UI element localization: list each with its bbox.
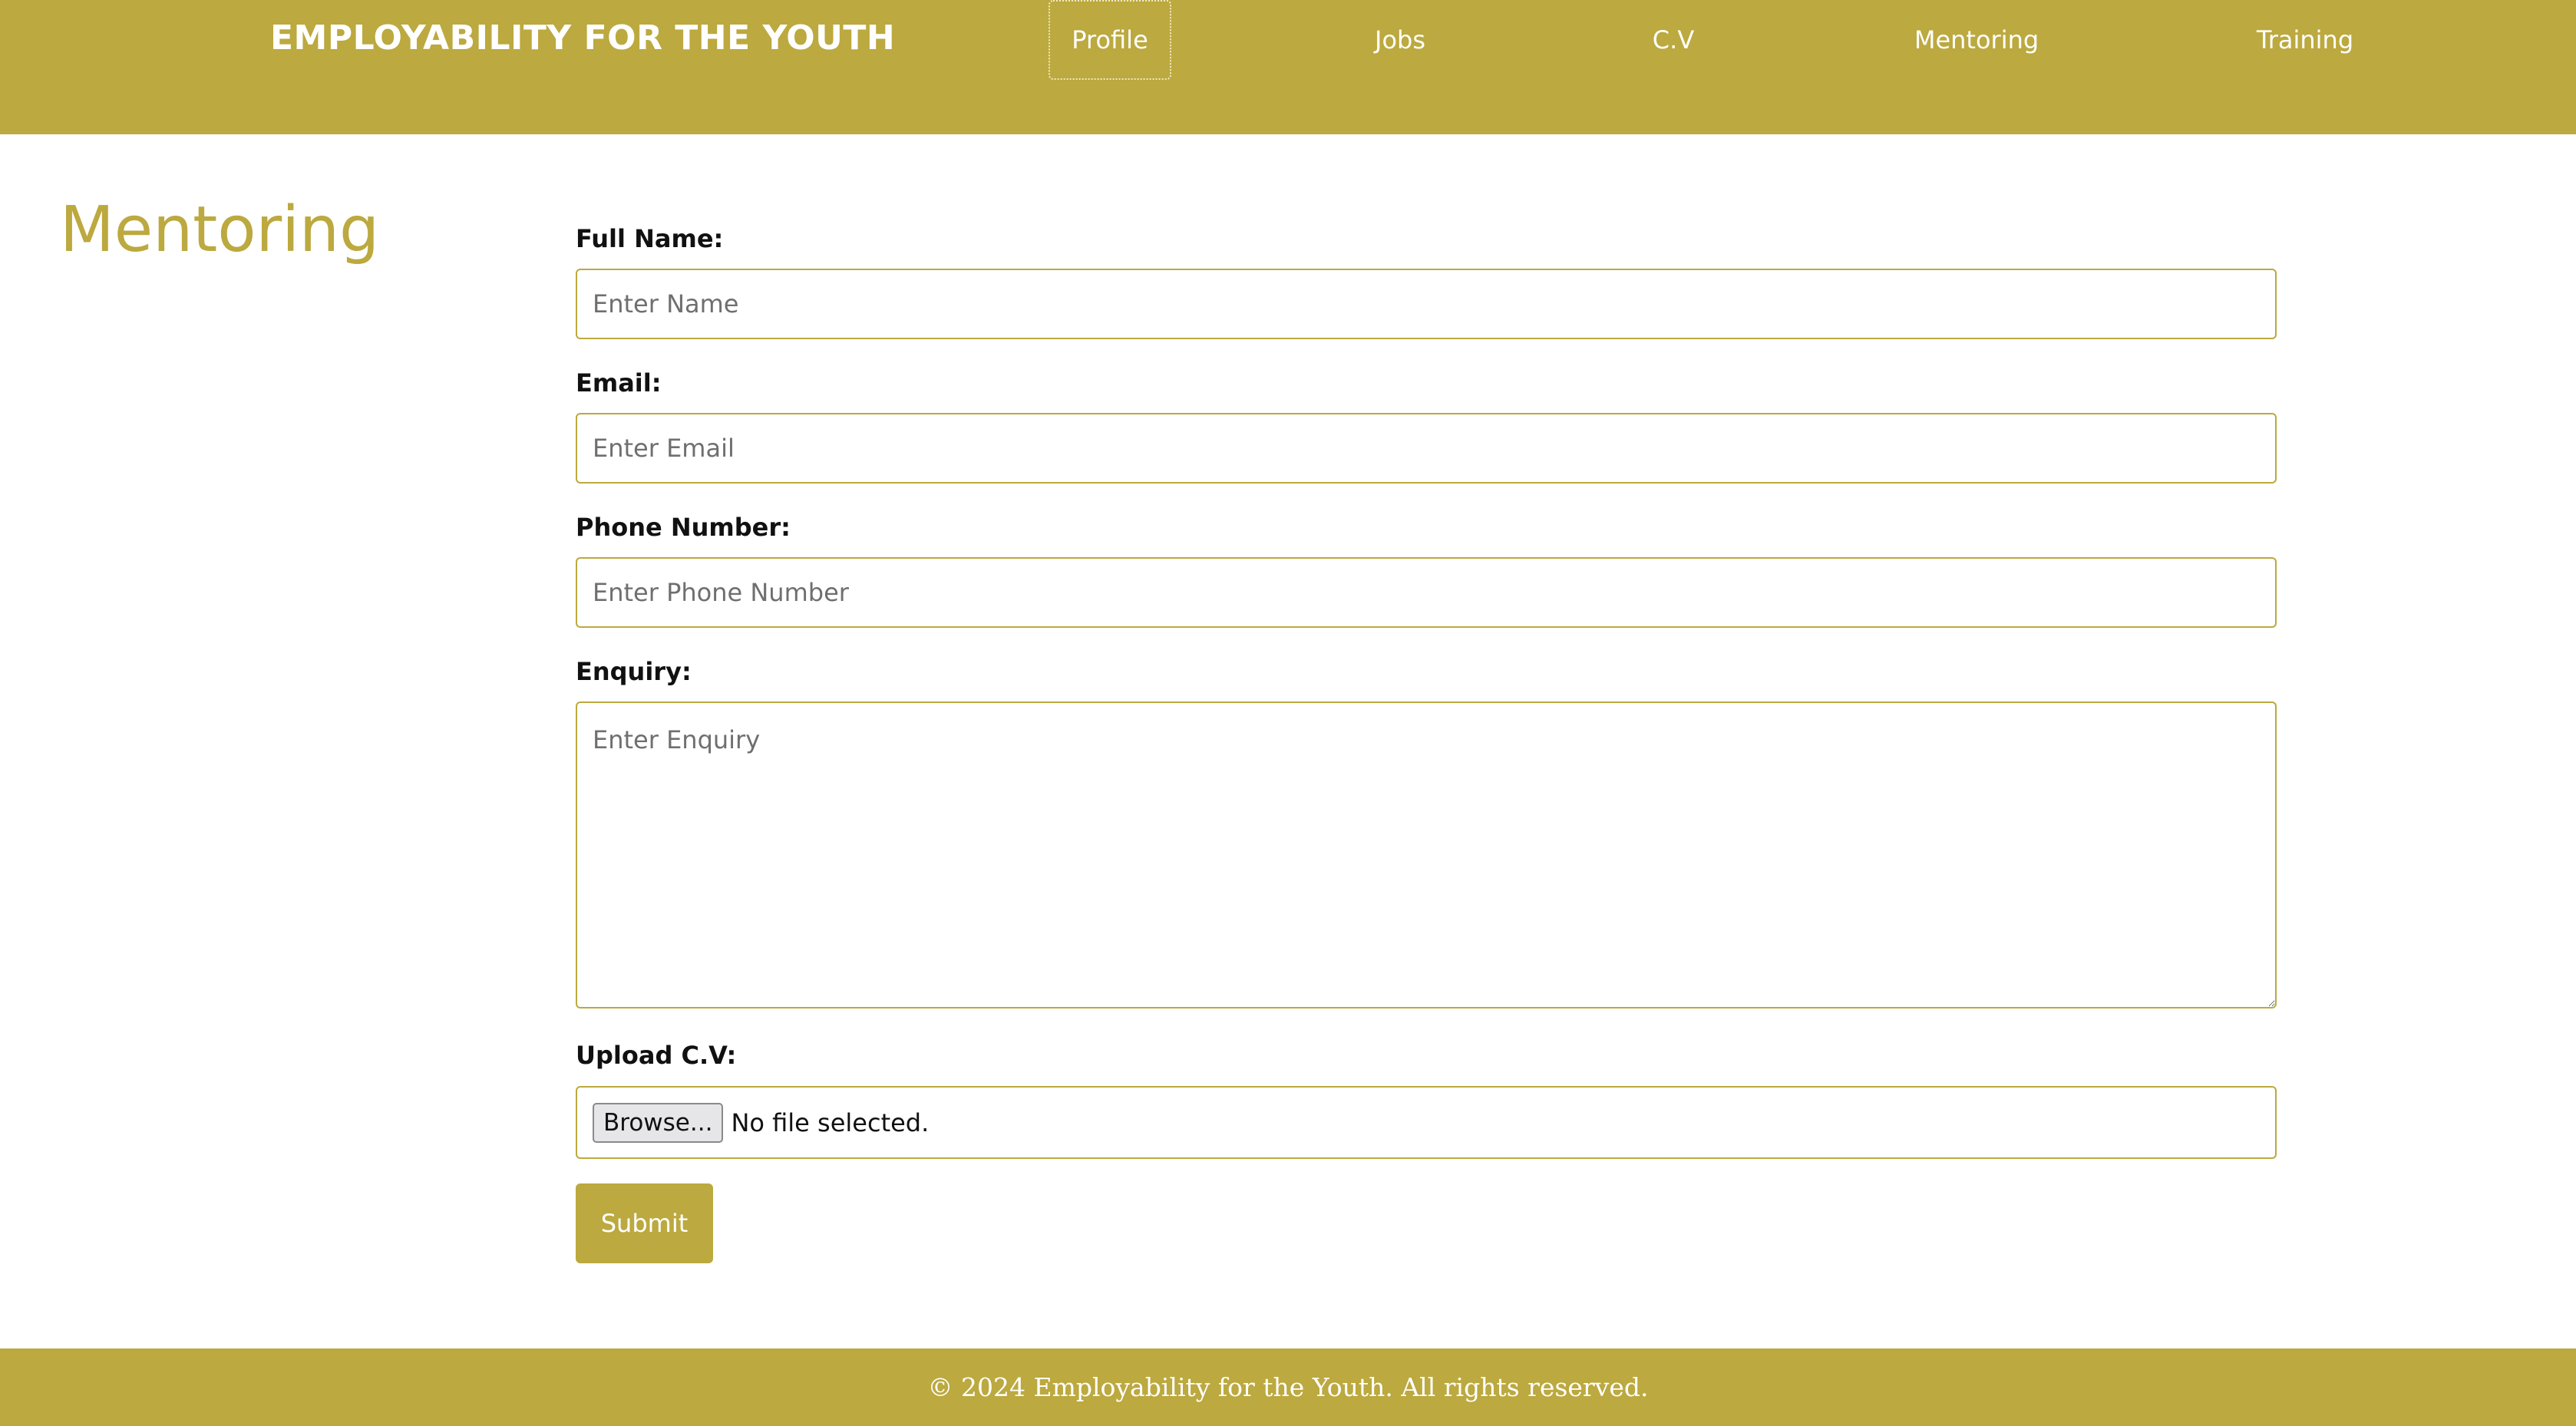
nav-jobs[interactable]: Jobs xyxy=(1362,0,1438,80)
copyright-text: © 2024 Employability for the Youth. All … xyxy=(927,1372,1649,1402)
phone-input[interactable] xyxy=(576,557,2277,628)
nav-training[interactable]: Training xyxy=(2249,0,2361,80)
full-name-label: Full Name: xyxy=(576,224,724,253)
site-footer: © 2024 Employability for the Youth. All … xyxy=(0,1348,2576,1426)
nav-mentoring[interactable]: Mentoring xyxy=(1911,0,2042,80)
nav-cv[interactable]: C.V xyxy=(1643,0,1704,80)
email-input[interactable] xyxy=(576,413,2277,484)
site-header: EMPLOYABILITY FOR THE YOUTH Profile Jobs… xyxy=(0,0,2576,134)
enquiry-label: Enquiry: xyxy=(576,657,692,686)
nav-profile[interactable]: Profile xyxy=(1049,0,1171,80)
upload-cv-label: Upload C.V: xyxy=(576,1041,737,1070)
page-title: Mentoring xyxy=(60,193,380,266)
submit-button[interactable]: Submit xyxy=(576,1183,713,1263)
email-label: Email: xyxy=(576,368,662,398)
upload-cv-field[interactable]: Browse... No file selected. xyxy=(576,1086,2277,1159)
file-status: No file selected. xyxy=(731,1107,930,1137)
site-brand[interactable]: EMPLOYABILITY FOR THE YOUTH xyxy=(270,18,895,58)
browse-button[interactable]: Browse... xyxy=(593,1102,724,1143)
enquiry-textarea[interactable] xyxy=(576,701,2277,1008)
full-name-input[interactable] xyxy=(576,269,2277,339)
phone-label: Phone Number: xyxy=(576,513,791,542)
